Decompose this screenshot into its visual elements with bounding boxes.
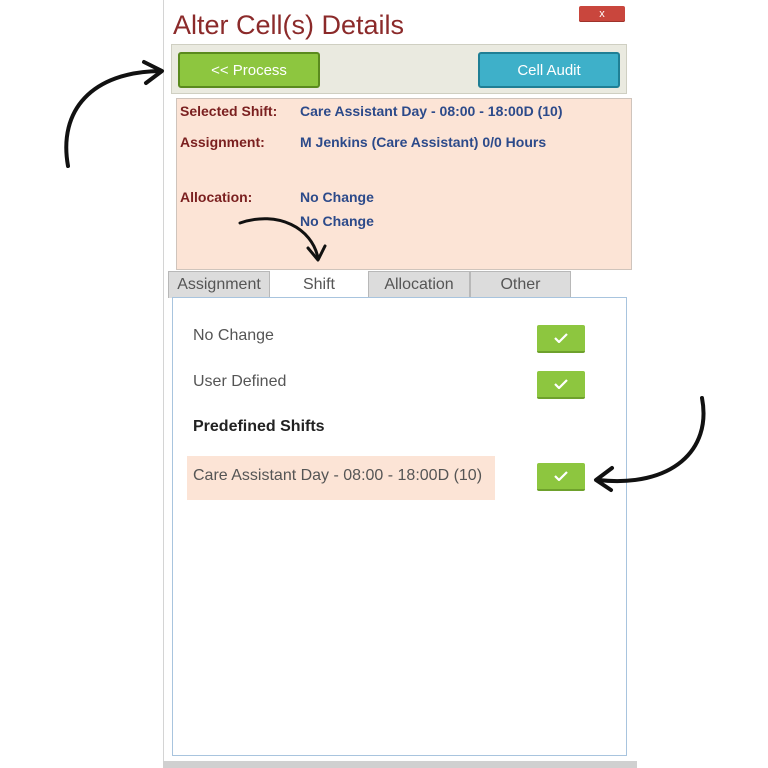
selected-shift-label: Selected Shift: — [180, 103, 278, 119]
predefined-shift-check-button[interactable] — [537, 463, 585, 491]
tab-shift[interactable]: Shift — [270, 271, 368, 298]
cell-audit-button[interactable]: Cell Audit — [478, 52, 620, 88]
check-icon — [554, 471, 568, 481]
user-defined-check-button[interactable] — [537, 371, 585, 399]
user-defined-option: User Defined — [193, 373, 287, 390]
assignment-label: Assignment: — [180, 134, 265, 150]
tab-other[interactable]: Other — [470, 271, 571, 298]
close-icon: x — [599, 8, 605, 20]
allocation-label: Allocation: — [180, 189, 253, 205]
toolbar: << Process Cell Audit — [171, 44, 627, 94]
predefined-shift-item[interactable]: Care Assistant Day - 08:00 - 18:00D (10) — [187, 456, 495, 500]
predefined-shift-label: Care Assistant Day - 08:00 - 18:00D (10) — [193, 467, 483, 484]
assignment-value: M Jenkins (Care Assistant) 0/0 Hours — [300, 134, 547, 150]
close-button[interactable]: x — [579, 6, 625, 22]
arrow-annotation-process — [64, 60, 164, 168]
process-button[interactable]: << Process — [178, 52, 320, 88]
bottom-scrollbar[interactable] — [163, 761, 637, 768]
details-panel: Selected Shift: Care Assistant Day - 08:… — [176, 98, 632, 270]
check-icon — [554, 379, 568, 389]
check-icon — [554, 333, 568, 343]
dialog-title: Alter Cell(s) Details — [173, 10, 405, 40]
no-change-option: No Change — [193, 327, 274, 344]
allocation-value-2: No Change — [300, 213, 374, 229]
shift-tab-content: No Change User Defined Predefined Shifts… — [172, 297, 627, 756]
tab-assignment[interactable]: Assignment — [168, 271, 270, 298]
no-change-check-button[interactable] — [537, 325, 585, 353]
predefined-shifts-heading: Predefined Shifts — [193, 418, 325, 435]
allocation-value-1: No Change — [300, 189, 374, 205]
tab-allocation[interactable]: Allocation — [368, 271, 470, 298]
selected-shift-value: Care Assistant Day - 08:00 - 18:00D (10) — [300, 103, 563, 119]
